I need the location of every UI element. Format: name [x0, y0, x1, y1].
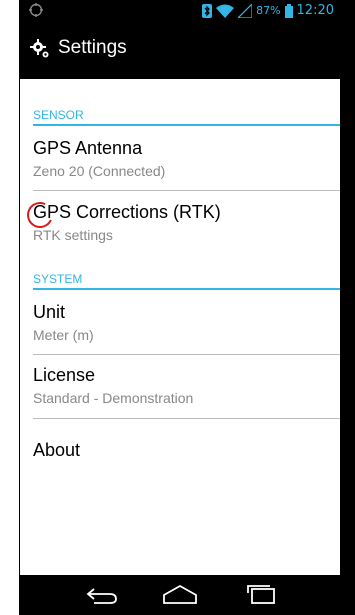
battery-percent: 87% [256, 4, 281, 17]
recent-apps-icon[interactable] [242, 583, 282, 607]
divider [33, 190, 340, 191]
setting-subtitle: Zeno 20 (Connected) [33, 163, 166, 179]
bluetooth-icon [202, 3, 213, 18]
setting-unit[interactable]: Unit Meter (m) [33, 302, 340, 343]
action-bar: Settings [20, 22, 340, 79]
setting-title: GPS Antenna [33, 138, 143, 158]
navigation-bar [20, 575, 340, 615]
signal-icon [238, 3, 253, 18]
divider [33, 418, 340, 419]
section-header-system: SYSTEM [33, 272, 340, 290]
setting-about[interactable]: About [33, 440, 340, 461]
gps-status-icon [29, 3, 43, 17]
wifi-icon [216, 4, 235, 18]
setting-license[interactable]: License Standard - Demonstration [33, 365, 340, 406]
setting-subtitle: Standard - Demonstration [33, 390, 194, 406]
setting-title: About [33, 440, 81, 460]
back-icon[interactable] [82, 583, 122, 607]
page-title: Settings [58, 37, 127, 58]
settings-gear-icon[interactable] [30, 39, 50, 59]
status-right: 87% 12:20 [202, 3, 334, 18]
divider [33, 354, 340, 355]
section-header-sensor: SENSOR [33, 108, 340, 126]
home-icon[interactable] [160, 583, 200, 607]
setting-subtitle: RTK settings [33, 227, 113, 243]
setting-title: Unit [33, 302, 66, 322]
setting-title: License [33, 365, 96, 385]
setting-gps-antenna[interactable]: GPS Antenna Zeno 20 (Connected) [33, 138, 340, 179]
status-bar: 87% 12:20 [20, 0, 340, 22]
setting-subtitle: Meter (m) [33, 327, 94, 343]
battery-icon [284, 3, 293, 18]
setting-title: GPS Corrections (RTK) [33, 202, 221, 222]
setting-gps-corrections[interactable]: GPS Corrections (RTK) RTK settings [33, 202, 340, 243]
clock-time: 12:20 [296, 3, 334, 18]
